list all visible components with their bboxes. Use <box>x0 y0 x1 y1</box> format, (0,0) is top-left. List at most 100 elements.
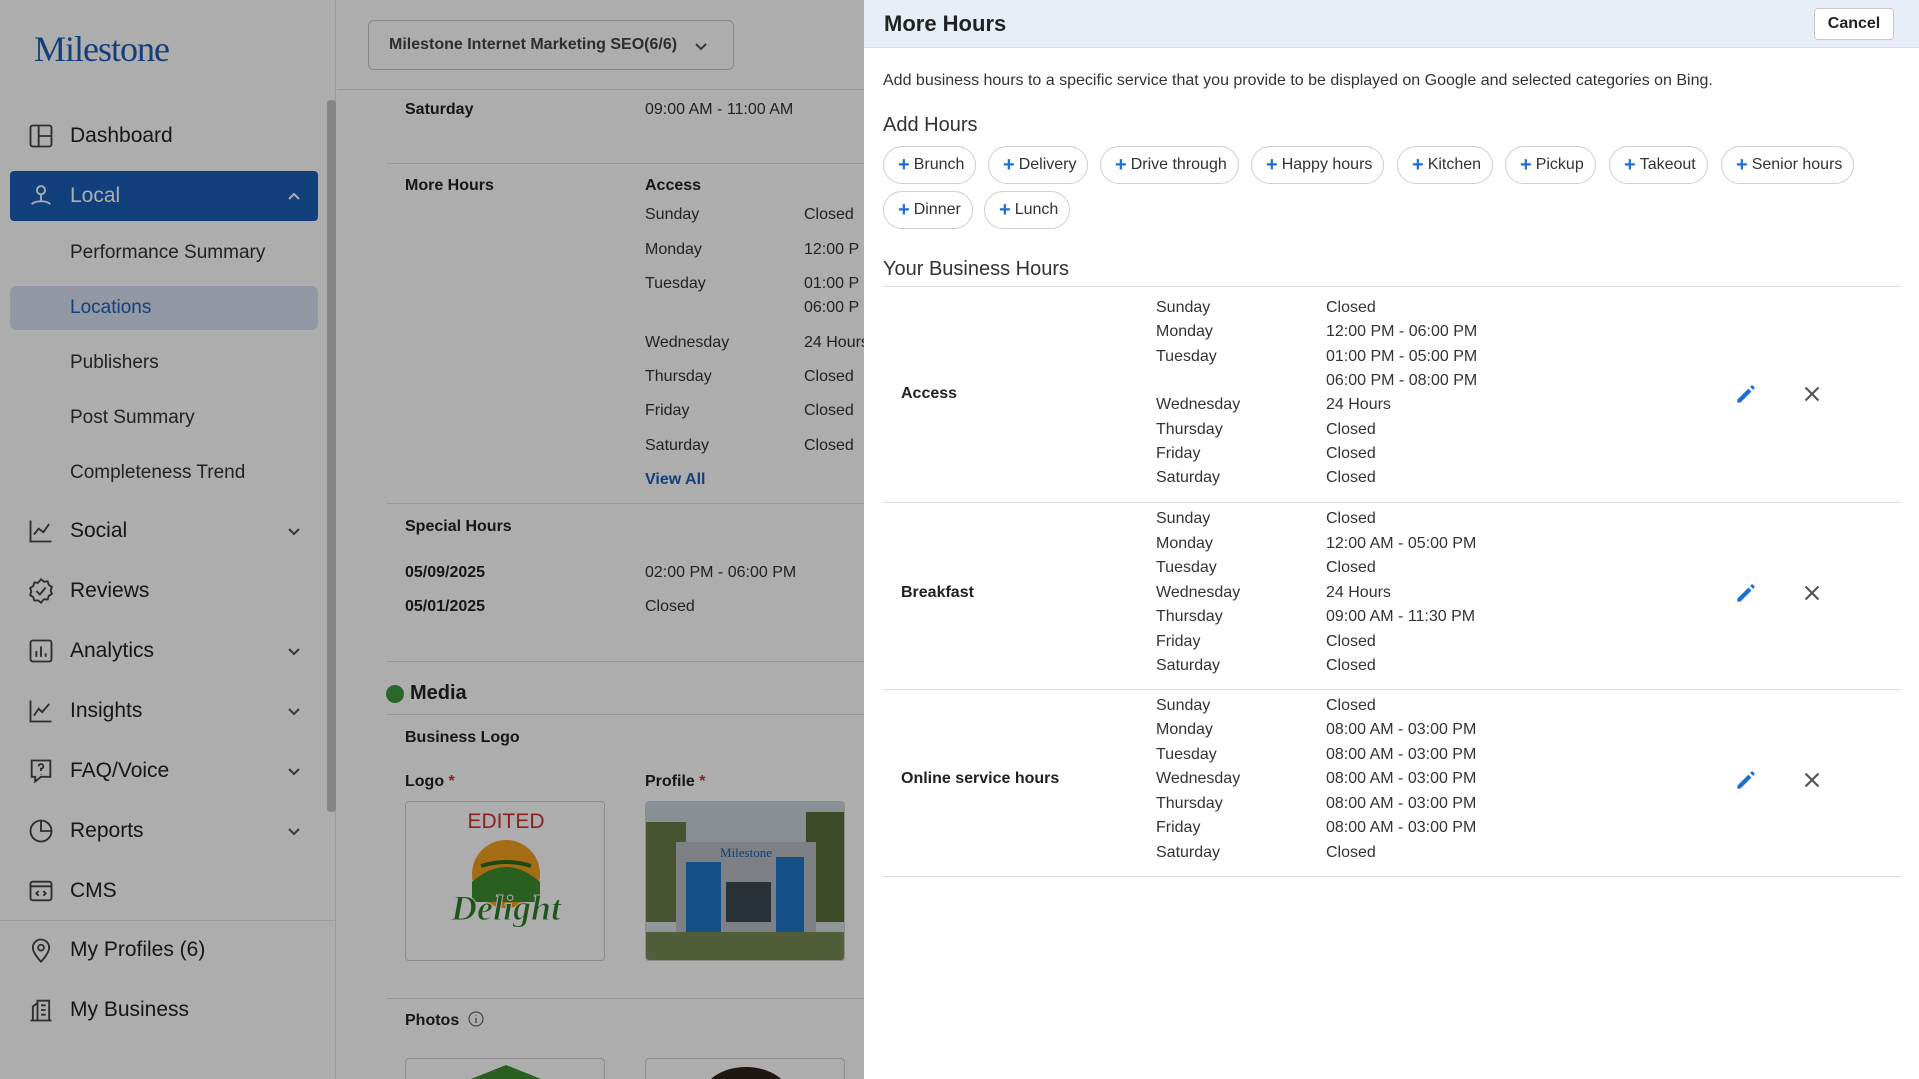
special-hours-time: Closed <box>645 598 695 615</box>
chip-kitchen[interactable]: + Kitchen <box>1397 146 1494 184</box>
nav-local-label: Local <box>70 184 121 207</box>
mh-day: Monday <box>645 241 702 258</box>
chevron-down-icon <box>695 43 707 51</box>
delete-close-icon[interactable] <box>1799 580 1825 606</box>
insights-icon <box>26 696 56 726</box>
photo-thumbnail[interactable] <box>645 1058 845 1079</box>
plus-icon: + <box>1412 154 1424 176</box>
sub-item-locations[interactable]: Locations <box>10 286 318 330</box>
nav-my-business-label: My Business <box>70 998 190 1021</box>
delete-close-icon[interactable] <box>1799 381 1825 407</box>
nav-cms[interactable]: CMS <box>10 866 318 916</box>
info-icon[interactable] <box>468 1011 484 1027</box>
dashboard-icon <box>26 121 56 151</box>
chip-lunch[interactable]: + Lunch <box>984 191 1071 229</box>
hours-group-name: Access <box>901 385 958 402</box>
sub-item-post-summary[interactable]: Post Summary <box>10 396 318 440</box>
add-hours-title: Add Hours <box>883 114 978 136</box>
chevron-down-icon <box>288 828 300 836</box>
chevron-up-icon <box>288 192 300 200</box>
drawer-title: More Hours <box>884 11 1007 36</box>
sub-item-publishers[interactable]: Publishers <box>10 341 318 385</box>
hours-time: 12:00 AM - 05:00 PM <box>1326 535 1477 552</box>
profile-select[interactable]: Milestone Internet Marketing SEO(6/6) <box>368 20 734 70</box>
reviews-badge-icon <box>26 576 56 606</box>
hours-time: Closed <box>1326 469 1376 486</box>
nav-analytics[interactable]: Analytics <box>10 626 318 676</box>
chip-takeout[interactable]: + Takeout <box>1609 146 1708 184</box>
delete-close-icon[interactable] <box>1799 767 1825 793</box>
hours-day: Tuesday <box>1156 559 1217 576</box>
nav-my-profiles[interactable]: My Profiles (6) <box>10 925 318 975</box>
profile-image[interactable]: Milestone <box>645 801 845 961</box>
drawer-description: Add business hours to a specific service… <box>883 72 1713 89</box>
hours-day: Wednesday <box>1156 770 1241 787</box>
plus-icon: + <box>1520 154 1532 176</box>
chip-brunch[interactable]: + Brunch <box>883 146 977 184</box>
hours-day: Sunday <box>1156 299 1211 316</box>
analytics-icon <box>26 636 56 666</box>
milestone-logo[interactable]: Milestone <box>34 28 170 70</box>
hours-time: 24 Hours <box>1326 396 1391 413</box>
your-hours-title: Your Business Hours <box>883 258 1070 280</box>
edit-pencil-icon[interactable] <box>1733 381 1759 407</box>
mh-time: 01:00 P <box>804 275 860 292</box>
edit-pencil-icon[interactable] <box>1733 767 1759 793</box>
nav-faq-voice[interactable]: FAQ/Voice <box>10 746 318 796</box>
hours-day: Wednesday <box>1156 396 1241 413</box>
hours-day: Saturday <box>1156 469 1221 486</box>
mh-time: Closed <box>804 402 854 419</box>
media-title: Media <box>410 682 467 704</box>
hours-day: Friday <box>1156 819 1201 836</box>
hours-day: Wednesday <box>1156 584 1241 601</box>
hours-day: Monday <box>1156 323 1213 340</box>
hours-day: Thursday <box>1156 608 1223 625</box>
chip-dinner[interactable]: + Dinner <box>883 191 973 229</box>
plus-icon: + <box>1624 154 1636 176</box>
hours-day: Friday <box>1156 445 1201 462</box>
nav-my-business[interactable]: My Business <box>10 985 318 1035</box>
nav-local[interactable]: Local <box>10 171 318 221</box>
hours-day: Friday <box>1156 633 1201 650</box>
chip-senior-hours[interactable]: + Senior hours <box>1721 146 1855 184</box>
hours-time: 06:00 PM - 08:00 PM <box>1326 372 1478 389</box>
hours-group-name: Online service hours <box>901 770 1060 787</box>
hours-group-name: Breakfast <box>901 584 974 601</box>
hours-divider <box>883 876 1901 877</box>
nav-social[interactable]: Social <box>10 506 318 556</box>
profile-select-value: Milestone Internet Marketing SEO(6/6) <box>389 36 678 53</box>
view-all-link[interactable]: View All <box>645 471 705 489</box>
hours-time: 12:00 PM - 06:00 PM <box>1326 323 1478 340</box>
chip-drive-through[interactable]: + Drive through <box>1100 146 1239 184</box>
nav-reviews[interactable]: Reviews <box>10 566 318 616</box>
nav-insights[interactable]: Insights <box>10 686 318 736</box>
sub-item-performance-summary[interactable]: Performance Summary <box>10 231 318 275</box>
chip-happy-hours[interactable]: + Happy hours <box>1251 146 1385 184</box>
nav-dashboard[interactable]: Dashboard <box>10 111 318 161</box>
logo-image[interactable]: EDITED Delight <box>405 801 605 961</box>
edit-pencil-icon[interactable] <box>1733 580 1759 606</box>
plus-icon: + <box>1266 154 1278 176</box>
sidebar-scrollbar[interactable] <box>327 100 336 812</box>
hours-day: Thursday <box>1156 421 1223 438</box>
special-hours-date: 05/09/2025 <box>405 564 486 581</box>
more-hours-group: Access <box>645 177 702 194</box>
plus-icon: + <box>999 199 1011 221</box>
nav-faq-voice-label: FAQ/Voice <box>70 759 170 782</box>
sidebar-divider <box>0 920 336 921</box>
hours-time: 08:00 AM - 03:00 PM <box>1326 746 1477 763</box>
mh-time: Closed <box>804 206 854 223</box>
mh-day: Wednesday <box>645 334 730 351</box>
business-icon <box>26 995 56 1025</box>
hours-time: Closed <box>1326 633 1376 650</box>
chip-delivery[interactable]: + Delivery <box>988 146 1089 184</box>
hours-time: Closed <box>1326 697 1376 714</box>
photos-label: Photos <box>405 1011 484 1030</box>
cancel-button[interactable]: Cancel <box>1814 8 1894 40</box>
sub-item-completeness-trend[interactable]: Completeness Trend <box>10 451 318 495</box>
hours-day: Saturday <box>1156 844 1221 861</box>
photo-thumbnail[interactable] <box>405 1058 605 1079</box>
chip-pickup[interactable]: + Pickup <box>1505 146 1596 184</box>
mh-time: 06:00 P <box>804 299 860 316</box>
nav-reports[interactable]: Reports <box>10 806 318 856</box>
